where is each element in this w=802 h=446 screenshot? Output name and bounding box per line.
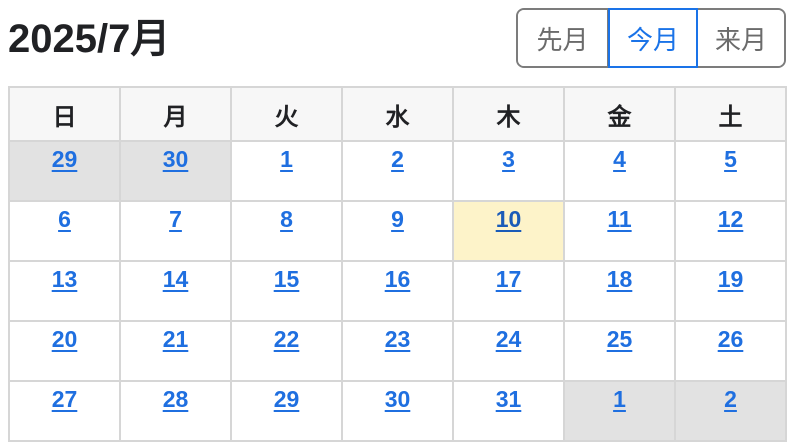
calendar-day-link[interactable]: 2 bbox=[391, 146, 404, 173]
calendar-week-row: 13 14 15 16 17 18 19 bbox=[8, 260, 787, 322]
calendar-grid: 日 月 火 水 木 金 土 29 30 1 2 3 4 5 6 7 8 9 10 11 12 13 14 15 1… bbox=[8, 86, 787, 442]
calendar-day-cell-other-month[interactable]: 29 bbox=[8, 140, 121, 202]
calendar-day-link[interactable]: 24 bbox=[496, 326, 522, 353]
next-month-button[interactable]: 来月 bbox=[698, 10, 784, 66]
calendar-day-cell[interactable]: 14 bbox=[119, 260, 232, 322]
calendar-day-link[interactable]: 29 bbox=[52, 146, 78, 173]
weekday-header-sun: 日 bbox=[8, 86, 121, 142]
calendar-day-link[interactable]: 1 bbox=[280, 146, 293, 173]
calendar-day-cell[interactable]: 28 bbox=[119, 380, 232, 442]
calendar-day-link[interactable]: 3 bbox=[502, 146, 515, 173]
calendar-day-link[interactable]: 11 bbox=[607, 206, 631, 233]
calendar-day-cell-other-month[interactable]: 1 bbox=[563, 380, 676, 442]
calendar-day-link[interactable]: 28 bbox=[163, 386, 189, 413]
calendar-day-link[interactable]: 21 bbox=[163, 326, 189, 353]
calendar-day-cell[interactable]: 6 bbox=[8, 200, 121, 262]
calendar-day-cell[interactable]: 12 bbox=[674, 200, 787, 262]
calendar-day-link[interactable]: 19 bbox=[718, 266, 744, 293]
calendar-day-link[interactable]: 16 bbox=[385, 266, 411, 293]
calendar-day-cell[interactable]: 31 bbox=[452, 380, 565, 442]
calendar-day-cell[interactable]: 5 bbox=[674, 140, 787, 202]
weekday-header-mon: 月 bbox=[119, 86, 232, 142]
calendar-day-link[interactable]: 2 bbox=[724, 386, 737, 413]
weekday-header-wed: 水 bbox=[341, 86, 454, 142]
calendar-week-row: 29 30 1 2 3 4 5 bbox=[8, 140, 787, 202]
calendar-day-link[interactable]: 26 bbox=[718, 326, 744, 353]
calendar-day-link[interactable]: 12 bbox=[718, 206, 744, 233]
calendar-day-link[interactable]: 29 bbox=[274, 386, 300, 413]
calendar-day-cell[interactable]: 18 bbox=[563, 260, 676, 322]
calendar-day-cell[interactable]: 4 bbox=[563, 140, 676, 202]
calendar-day-cell[interactable]: 22 bbox=[230, 320, 343, 382]
calendar-day-link[interactable]: 23 bbox=[385, 326, 411, 353]
calendar-day-cell[interactable]: 1 bbox=[230, 140, 343, 202]
weekday-header-sat: 土 bbox=[674, 86, 787, 142]
calendar-day-link[interactable]: 27 bbox=[52, 386, 78, 413]
calendar-day-link[interactable]: 31 bbox=[496, 386, 522, 413]
calendar-day-cell[interactable]: 8 bbox=[230, 200, 343, 262]
calendar-day-link[interactable]: 17 bbox=[496, 266, 522, 293]
page-title: 2025/7月 bbox=[8, 17, 171, 61]
calendar-day-link[interactable]: 13 bbox=[52, 266, 78, 293]
calendar-day-link[interactable]: 30 bbox=[163, 146, 189, 173]
calendar-day-cell[interactable]: 29 bbox=[230, 380, 343, 442]
calendar-day-cell[interactable]: 15 bbox=[230, 260, 343, 322]
calendar-day-cell[interactable]: 23 bbox=[341, 320, 454, 382]
calendar-day-cell-today[interactable]: 10 bbox=[452, 200, 565, 262]
calendar-day-link[interactable]: 18 bbox=[607, 266, 633, 293]
month-nav-button-group: 先月 今月 来月 bbox=[516, 8, 786, 68]
calendar-day-link[interactable]: 8 bbox=[280, 206, 293, 233]
calendar-day-link[interactable]: 7 bbox=[169, 206, 182, 233]
weekday-header-thu: 木 bbox=[452, 86, 565, 142]
calendar-day-link[interactable]: 25 bbox=[607, 326, 633, 353]
calendar-week-row: 6 7 8 9 10 11 12 bbox=[8, 200, 787, 262]
calendar-day-link[interactable]: 6 bbox=[58, 206, 71, 233]
calendar-day-cell[interactable]: 9 bbox=[341, 200, 454, 262]
calendar-day-cell[interactable]: 26 bbox=[674, 320, 787, 382]
calendar-day-link[interactable]: 20 bbox=[52, 326, 78, 353]
weekday-header-row: 日 月 火 水 木 金 土 bbox=[8, 86, 787, 142]
weekday-header-tue: 火 bbox=[230, 86, 343, 142]
calendar-day-link[interactable]: 5 bbox=[724, 146, 737, 173]
weekday-header-fri: 金 bbox=[563, 86, 676, 142]
calendar-day-cell-other-month[interactable]: 2 bbox=[674, 380, 787, 442]
calendar-day-link[interactable]: 10 bbox=[496, 206, 522, 233]
calendar-day-cell[interactable]: 7 bbox=[119, 200, 232, 262]
calendar-day-cell[interactable]: 11 bbox=[563, 200, 676, 262]
calendar-day-cell[interactable]: 17 bbox=[452, 260, 565, 322]
calendar-week-row: 20 21 22 23 24 25 26 bbox=[8, 320, 787, 382]
calendar-day-cell[interactable]: 2 bbox=[341, 140, 454, 202]
calendar-week-row: 27 28 29 30 31 1 2 bbox=[8, 380, 787, 442]
calendar-day-link[interactable]: 30 bbox=[385, 386, 411, 413]
calendar-day-link[interactable]: 22 bbox=[274, 326, 300, 353]
current-month-button[interactable]: 今月 bbox=[608, 8, 698, 68]
calendar-day-link[interactable]: 9 bbox=[391, 206, 404, 233]
calendar-day-cell[interactable]: 24 bbox=[452, 320, 565, 382]
calendar-day-cell[interactable]: 27 bbox=[8, 380, 121, 442]
calendar-day-cell[interactable]: 13 bbox=[8, 260, 121, 322]
calendar-day-cell[interactable]: 25 bbox=[563, 320, 676, 382]
calendar-day-link[interactable]: 1 bbox=[613, 386, 626, 413]
calendar-day-cell[interactable]: 16 bbox=[341, 260, 454, 322]
calendar-day-cell[interactable]: 30 bbox=[341, 380, 454, 442]
calendar-day-link[interactable]: 4 bbox=[613, 146, 626, 173]
calendar-body: 29 30 1 2 3 4 5 6 7 8 9 10 11 12 13 14 15 16 17 18 19 20 21 22 2… bbox=[8, 140, 787, 442]
calendar-day-cell[interactable]: 20 bbox=[8, 320, 121, 382]
calendar-day-link[interactable]: 15 bbox=[274, 266, 300, 293]
calendar-day-cell[interactable]: 19 bbox=[674, 260, 787, 322]
calendar-day-cell[interactable]: 21 bbox=[119, 320, 232, 382]
prev-month-button[interactable]: 先月 bbox=[518, 10, 608, 66]
calendar-day-link[interactable]: 14 bbox=[163, 266, 189, 293]
calendar-day-cell-other-month[interactable]: 30 bbox=[119, 140, 232, 202]
calendar-day-cell[interactable]: 3 bbox=[452, 140, 565, 202]
